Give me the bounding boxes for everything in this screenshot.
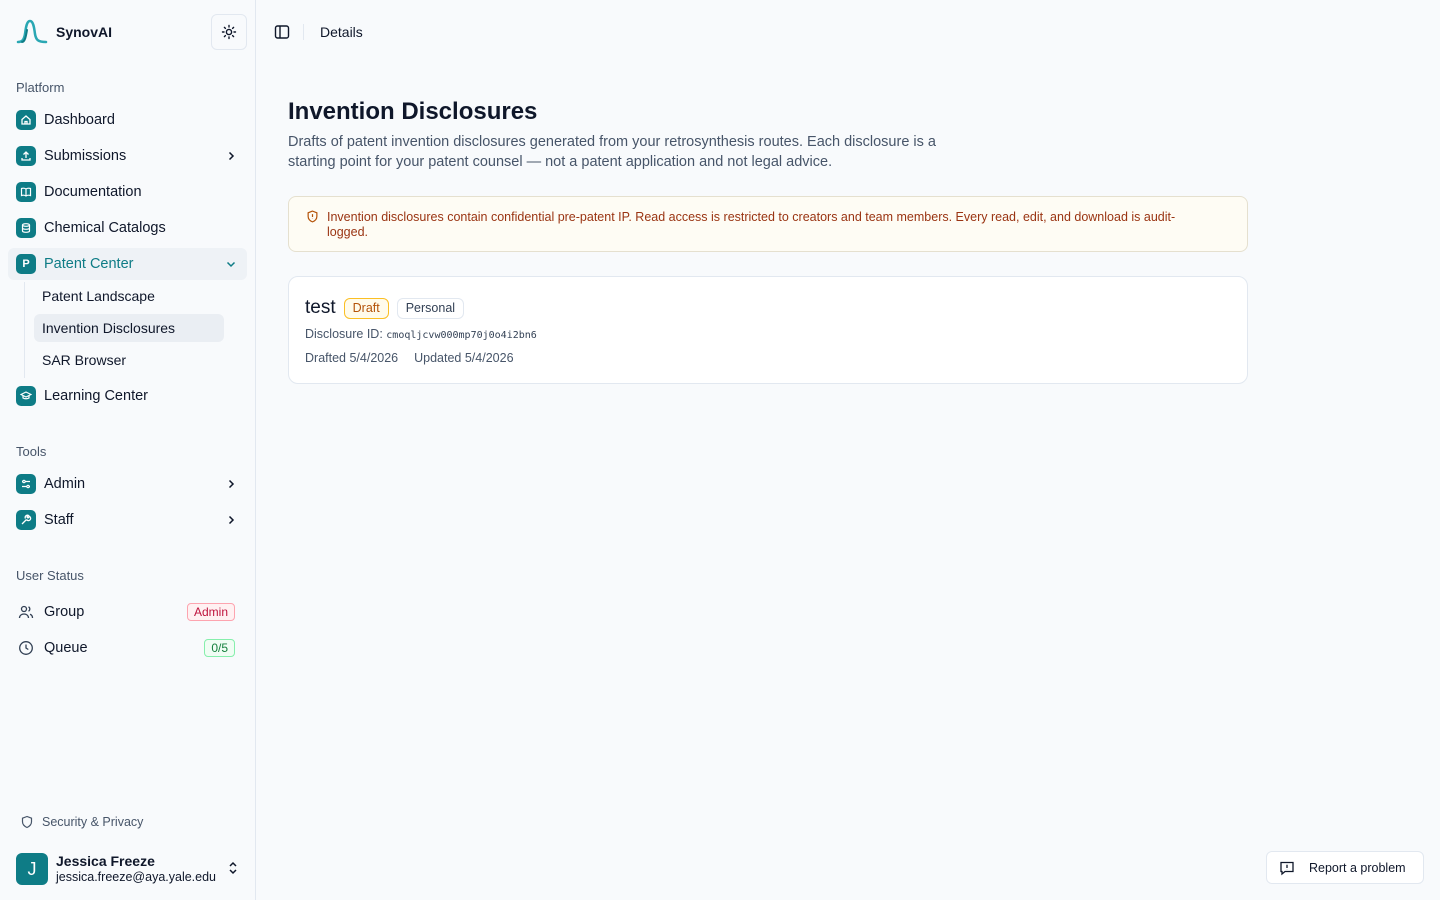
- user-menu[interactable]: J Jessica Freeze jessica.freeze@aya.yale…: [16, 852, 246, 886]
- nav-item-staff[interactable]: Staff: [8, 504, 247, 536]
- database-icon: [16, 218, 36, 238]
- patent-center-submenu: Patent Landscape Invention Disclosures S…: [24, 282, 224, 378]
- nav-label: Documentation: [44, 184, 142, 200]
- sun-icon: [221, 24, 237, 40]
- nav-item-submissions[interactable]: Submissions: [8, 140, 247, 172]
- disclosure-title: test: [305, 297, 336, 319]
- message-alert-icon: [1279, 860, 1295, 876]
- brand[interactable]: SynovAI: [16, 16, 112, 48]
- clock-icon: [18, 640, 34, 656]
- chevron-right-icon: [223, 148, 239, 164]
- queue-badge: 0/5: [204, 639, 235, 657]
- disclosure-id-label: Disclosure ID:: [305, 327, 383, 341]
- disclosure-id: cmoqljcvw000mp70j0o4i2bn6: [386, 330, 537, 341]
- status-item-group[interactable]: Group Admin: [8, 596, 247, 628]
- drafted-date: Drafted 5/4/2026: [305, 351, 398, 365]
- report-problem-label: Report a problem: [1309, 861, 1406, 875]
- section-label-user-status: User Status: [16, 568, 84, 583]
- role-badge: Admin: [187, 603, 235, 621]
- nav-item-chemical-catalogs[interactable]: Chemical Catalogs: [8, 212, 247, 244]
- chevron-down-icon: [223, 256, 239, 272]
- nav-label: Patent Center: [44, 256, 133, 272]
- nav-item-learning-center[interactable]: Learning Center: [8, 380, 247, 412]
- alert-text: Invention disclosures contain confidenti…: [327, 210, 1207, 240]
- nav-label: Staff: [44, 512, 74, 528]
- upload-icon: [16, 146, 36, 166]
- nav-label: Submissions: [44, 148, 126, 164]
- topbar-divider: [303, 24, 304, 40]
- user-name: Jessica Freeze: [56, 853, 216, 869]
- nav-item-patent-center[interactable]: P Patent Center: [8, 248, 247, 280]
- book-icon: [16, 182, 36, 202]
- page-description: Drafts of patent invention disclosures g…: [288, 132, 968, 172]
- section-label-platform: Platform: [16, 80, 64, 95]
- sliders-icon: [16, 474, 36, 494]
- chevrons-up-down-icon: [226, 860, 240, 881]
- status-item-queue[interactable]: Queue 0/5: [8, 632, 247, 664]
- confidentiality-alert: Invention disclosures contain confidenti…: [288, 196, 1248, 252]
- wrench-icon: [16, 510, 36, 530]
- sub-item-patent-landscape[interactable]: Patent Landscape: [34, 282, 224, 310]
- disclosure-card[interactable]: test Draft Personal Disclosure ID: cmoql…: [288, 276, 1248, 384]
- nav-label: Dashboard: [44, 112, 115, 128]
- sidebar-toggle-button[interactable]: [273, 23, 291, 41]
- section-label-tools: Tools: [16, 444, 46, 459]
- nav-item-admin[interactable]: Admin: [8, 468, 247, 500]
- user-email: jessica.freeze@aya.yale.edu: [56, 869, 216, 885]
- patent-letter-icon: P: [16, 254, 36, 274]
- status-label-queue: Queue: [44, 640, 88, 656]
- nav-item-dashboard[interactable]: Dashboard: [8, 104, 247, 136]
- sub-item-invention-disclosures[interactable]: Invention Disclosures: [34, 314, 224, 342]
- disclosure-id-row: Disclosure ID: cmoqljcvw000mp70j0o4i2bn6: [305, 327, 537, 341]
- report-problem-button[interactable]: Report a problem: [1266, 851, 1424, 884]
- app-name: SynovAI: [56, 24, 112, 40]
- nav-item-documentation[interactable]: Documentation: [8, 176, 247, 208]
- graduation-cap-icon: [16, 386, 36, 406]
- status-label-group: Group: [44, 604, 84, 620]
- scope-badge: Personal: [397, 298, 464, 319]
- updated-date: Updated 5/4/2026: [414, 351, 513, 365]
- users-icon: [18, 604, 34, 620]
- chevron-right-icon: [223, 512, 239, 528]
- disclosure-dates: Drafted 5/4/2026 Updated 5/4/2026: [305, 351, 514, 365]
- theme-toggle-button[interactable]: [211, 14, 247, 50]
- sidebar: SynovAI Platform Dashboard Submissions D…: [0, 0, 256, 900]
- topbar: Details: [256, 0, 1440, 64]
- breadcrumb: Details: [320, 24, 363, 40]
- nav-label: Learning Center: [44, 388, 148, 404]
- synovai-logo-icon: [16, 16, 48, 48]
- shield-alert-icon: [306, 210, 319, 228]
- status-badge: Draft: [344, 298, 389, 319]
- chevron-right-icon: [223, 476, 239, 492]
- nav-label: Chemical Catalogs: [44, 220, 166, 236]
- security-label: Security & Privacy: [42, 815, 143, 829]
- nav-label: Admin: [44, 476, 85, 492]
- panel-left-icon: [274, 24, 290, 40]
- page-title: Invention Disclosures: [288, 98, 537, 126]
- avatar: J: [16, 853, 48, 885]
- shield-icon: [20, 815, 34, 829]
- security-privacy-link[interactable]: Security & Privacy: [20, 812, 143, 832]
- home-icon: [16, 110, 36, 130]
- sub-item-sar-browser[interactable]: SAR Browser: [34, 346, 224, 374]
